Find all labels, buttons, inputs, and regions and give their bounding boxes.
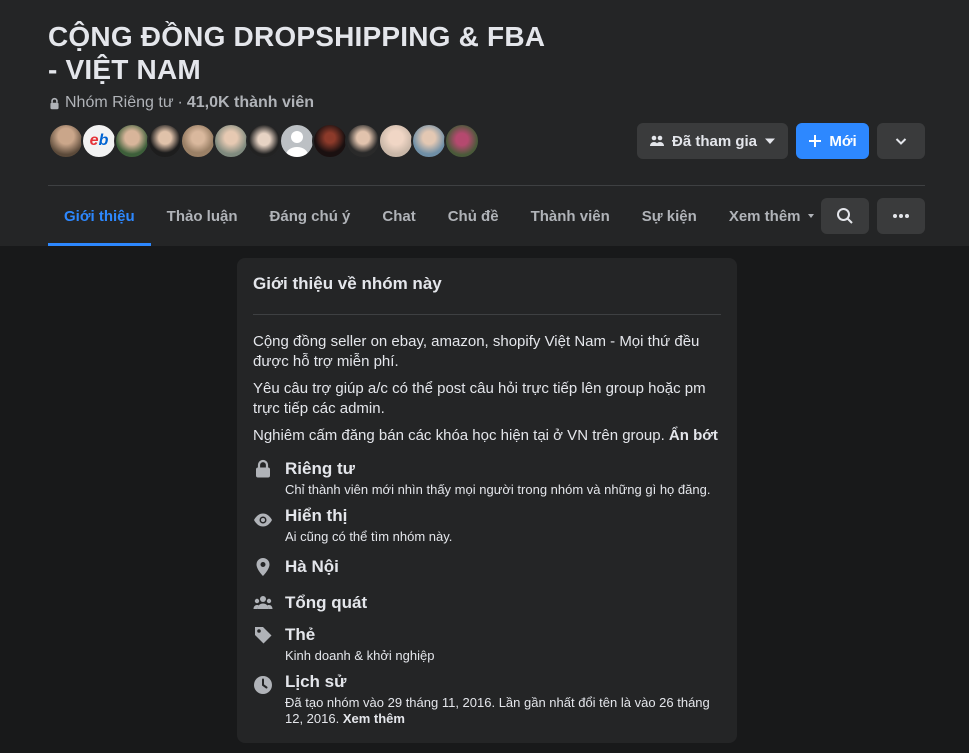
search-button[interactable] <box>821 198 869 234</box>
info-title: Tổng quát <box>285 593 368 612</box>
avatar[interactable] <box>48 123 84 159</box>
more-options-button[interactable] <box>877 123 925 159</box>
new-post-button[interactable]: Mới <box>796 123 869 159</box>
chevron-down-icon <box>895 138 907 145</box>
avatar[interactable] <box>147 123 183 159</box>
description-paragraph: Nghiêm cấm đăng bán các khóa học hiện tạ… <box>253 427 718 444</box>
tab-events[interactable]: Sự kiện <box>626 186 713 246</box>
avatar[interactable] <box>180 123 216 159</box>
avatar[interactable] <box>444 123 480 159</box>
lock-icon <box>256 459 270 478</box>
collapse-link[interactable]: Ẩn bớt <box>669 427 718 444</box>
eye-icon <box>254 513 272 527</box>
info-title: Thẻ <box>285 625 316 644</box>
group-meta: Nhóm Riêng tư · 41,0K thành viên <box>48 93 314 113</box>
about-description: Cộng đồng seller on ebay, amazon, shopif… <box>253 332 723 453</box>
tab-featured[interactable]: Đáng chú ý <box>254 186 367 246</box>
search-icon <box>837 208 853 224</box>
info-title: Hiển thị <box>285 506 348 525</box>
member-avatars: eb <box>48 123 480 159</box>
history-see-more-link[interactable]: Xem thêm <box>343 711 405 726</box>
location-pin-icon <box>256 558 270 576</box>
group-title[interactable]: CỘNG ĐỒNG DROPSHIPPING & FBA - VIỆT NAM <box>48 20 548 86</box>
avatar[interactable] <box>312 123 348 159</box>
meta-separator: · <box>177 94 183 111</box>
avatar[interactable] <box>279 123 315 159</box>
about-card: Giới thiệu về nhóm này Cộng đồng seller … <box>237 258 737 743</box>
group-tabs: Giới thiệu Thảo luận Đáng chú ý Chat Chủ… <box>48 186 816 246</box>
info-subtitle: Ai cũng có thể tìm nhóm này. <box>285 529 453 544</box>
tab-members[interactable]: Thành viên <box>515 186 626 246</box>
avatar[interactable] <box>213 123 249 159</box>
tab-see-more[interactable]: Xem thêm <box>713 186 816 246</box>
info-title: Riêng tư <box>285 459 355 478</box>
joined-button[interactable]: Đã tham gia <box>637 123 788 159</box>
ellipsis-icon <box>893 214 909 218</box>
location-link[interactable]: Hà Nội <box>285 557 725 577</box>
new-label: Mới <box>829 132 857 150</box>
more-actions-button[interactable] <box>877 198 925 234</box>
lock-icon <box>50 97 59 109</box>
description-paragraph: Yêu câu trợ giúp a/c có thể post câu hỏi… <box>253 380 706 417</box>
tag-icon <box>255 627 272 644</box>
clock-icon <box>254 676 272 694</box>
avatar[interactable] <box>345 123 381 159</box>
info-title: Lịch sử <box>285 672 347 691</box>
avatar[interactable] <box>246 123 282 159</box>
privacy-label[interactable]: Nhóm Riêng tư <box>65 94 174 112</box>
caret-down-icon <box>807 214 814 218</box>
member-count[interactable]: 41,0K thành viên <box>187 94 314 112</box>
info-subtitle: Chỉ thành viên mới nhìn thấy mọi người t… <box>285 482 711 497</box>
default-profile-icon <box>286 131 308 157</box>
plus-icon <box>809 135 822 147</box>
avatar[interactable]: eb <box>81 123 117 159</box>
people-icon <box>253 596 273 609</box>
avatar[interactable] <box>378 123 414 159</box>
people-icon <box>649 135 664 146</box>
avatar[interactable] <box>411 123 447 159</box>
avatar[interactable] <box>114 123 150 159</box>
tab-topics[interactable]: Chủ đề <box>432 186 515 246</box>
joined-label: Đã tham gia <box>671 132 758 150</box>
tab-discussion[interactable]: Thảo luận <box>151 186 254 246</box>
info-subtitle: Đã tạo nhóm vào 29 tháng 11, 2016. Lần g… <box>285 695 710 726</box>
tag-link[interactable]: Kinh doanh & khởi nghiệp <box>285 648 725 664</box>
about-title: Giới thiệu về nhóm này <box>253 274 442 293</box>
description-paragraph: Cộng đồng seller on ebay, amazon, shopif… <box>253 333 700 370</box>
caret-down-icon <box>765 138 776 144</box>
group-header: CỘNG ĐỒNG DROPSHIPPING & FBA - VIỆT NAM … <box>0 0 969 246</box>
tab-chat[interactable]: Chat <box>366 186 431 246</box>
tab-about[interactable]: Giới thiệu <box>48 186 151 246</box>
about-divider <box>253 314 721 315</box>
